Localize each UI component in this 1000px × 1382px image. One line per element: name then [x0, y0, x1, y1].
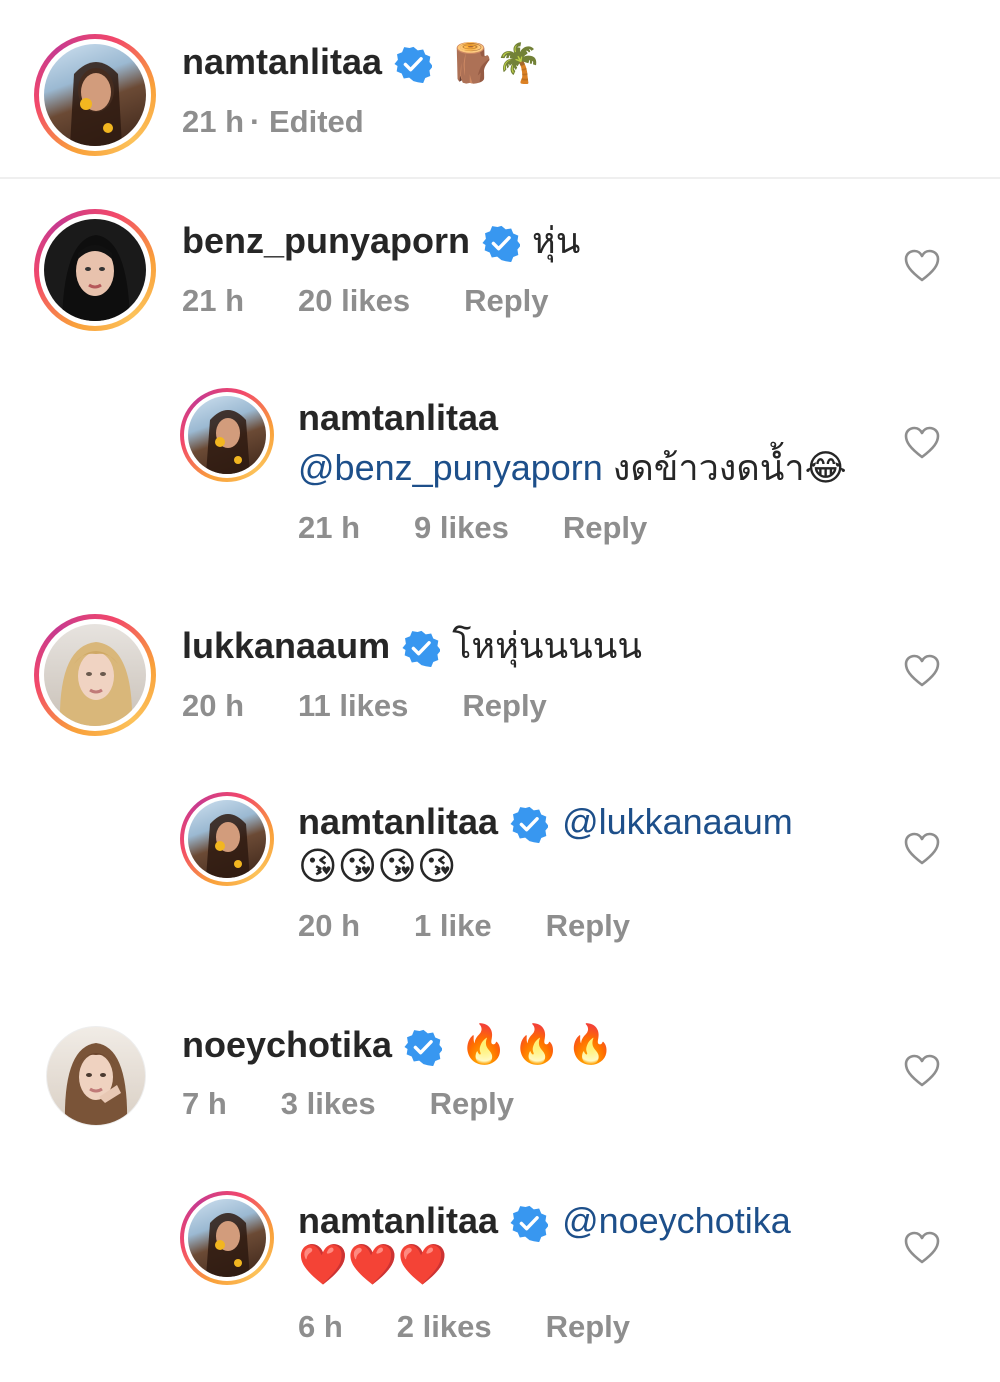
reply-time: 20 h: [298, 908, 361, 943]
verified-badge-icon: [510, 805, 548, 843]
avatar-photo-icon: [64, 1043, 128, 1125]
comment-username[interactable]: noeychotika: [182, 1024, 392, 1065]
reply-time: 6 h: [298, 1309, 343, 1344]
comment-username[interactable]: lukkanaaum: [182, 625, 390, 666]
like-heart-icon[interactable]: [904, 249, 940, 283]
commenter-avatar[interactable]: [34, 614, 156, 736]
avatar-photo-icon: [70, 62, 122, 146]
reply-text: ❤️❤️❤️: [298, 1243, 448, 1287]
reply-mention[interactable]: @lukkanaaum: [562, 801, 793, 842]
reply-likes[interactable]: 9 likes: [414, 510, 509, 545]
reply-likes[interactable]: 1 like: [414, 908, 492, 943]
post-caption: 🪵🌴: [448, 43, 543, 86]
post-avatar[interactable]: [34, 34, 156, 156]
comment-item: noeychotika 🔥🔥🔥 7 h 3 likes Reply: [0, 1024, 1000, 1154]
like-heart-icon[interactable]: [904, 654, 940, 688]
like-heart-icon[interactable]: [904, 1054, 940, 1088]
reply-mention[interactable]: @benz_punyaporn: [298, 447, 603, 488]
comment-item: lukkanaaum โหหุ่นนนนน 20 h 11 likes Reply: [0, 614, 1000, 744]
reply-button[interactable]: Reply: [563, 510, 647, 545]
reply-item: namtanlitaa @benz_punyaporn งดข้าวงดน้ำ😂…: [0, 388, 1000, 558]
reply-username[interactable]: namtanlitaa: [298, 1200, 498, 1241]
comment-likes[interactable]: 3 likes: [281, 1086, 376, 1121]
comment-time: 20 h: [182, 688, 245, 723]
like-heart-icon[interactable]: [904, 426, 940, 460]
post-header: namtanlitaa 🪵🌴 21 h · Edited: [0, 0, 1000, 177]
like-heart-icon[interactable]: [904, 832, 940, 866]
comment-likes[interactable]: 11 likes: [298, 688, 408, 723]
avatar-photo-icon: [206, 814, 250, 878]
avatar-photo-icon: [59, 642, 133, 726]
comment-likes[interactable]: 20 likes: [298, 283, 410, 318]
replier-avatar[interactable]: [180, 1191, 274, 1285]
avatar-photo-icon: [206, 410, 250, 474]
reply-text: 😘😘😘😘: [298, 846, 457, 888]
post-edited-label: · Edited: [250, 104, 364, 139]
reply-button[interactable]: Reply: [430, 1086, 514, 1121]
comment-text: โหหุ่นนนนน: [452, 625, 642, 666]
reply-item: namtanlitaa @noeychotika ❤️❤️❤️ 6 h 2 like…: [0, 1191, 1000, 1361]
verified-badge-icon: [482, 224, 520, 262]
reply-button[interactable]: Reply: [464, 283, 548, 318]
comment-time: 7 h: [182, 1086, 227, 1121]
commenter-avatar[interactable]: [46, 1026, 146, 1126]
reply-text: งดข้าวงดน้ำ😂: [612, 447, 847, 488]
post-time: 21 h: [182, 104, 245, 139]
reply-mention[interactable]: @noeychotika: [562, 1200, 791, 1241]
comment-text: 🔥🔥🔥: [460, 1024, 621, 1066]
verified-badge-icon: [402, 629, 440, 667]
commenter-avatar[interactable]: [34, 209, 156, 331]
header-divider: [0, 177, 1000, 179]
avatar-photo-icon: [62, 235, 130, 321]
verified-badge-icon: [394, 45, 432, 83]
reply-button[interactable]: Reply: [462, 688, 546, 723]
avatar-photo-icon: [206, 1213, 250, 1277]
reply-likes[interactable]: 2 likes: [397, 1309, 492, 1344]
reply-item: namtanlitaa @lukkanaaum 😘😘😘😘 20 h 1 like Re…: [0, 792, 1000, 962]
comment-time: 21 h: [182, 283, 245, 318]
reply-button[interactable]: Reply: [546, 1309, 630, 1344]
like-heart-icon[interactable]: [904, 1231, 940, 1265]
reply-time: 21 h: [298, 510, 361, 545]
reply-button[interactable]: Reply: [546, 908, 630, 943]
comment-item: benz_punyaporn หุ่น 21 h 20 likes Reply: [0, 209, 1000, 339]
verified-badge-icon: [404, 1028, 442, 1066]
replier-avatar[interactable]: [180, 388, 274, 482]
post-username[interactable]: namtanlitaa: [182, 41, 382, 82]
reply-username[interactable]: namtanlitaa: [298, 801, 498, 842]
verified-badge-icon: [510, 1204, 548, 1242]
reply-username[interactable]: namtanlitaa: [298, 397, 498, 438]
replier-avatar[interactable]: [180, 792, 274, 886]
comment-username[interactable]: benz_punyaporn: [182, 220, 470, 261]
comment-text: หุ่น: [532, 220, 581, 261]
